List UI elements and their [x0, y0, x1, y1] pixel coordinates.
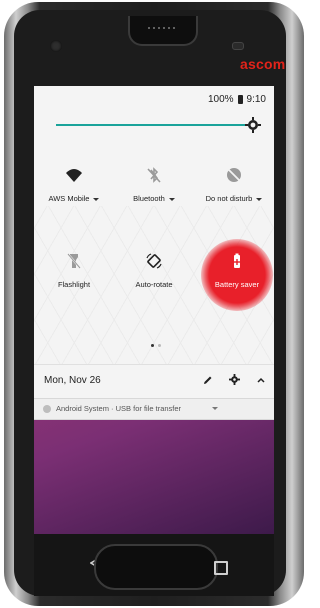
- tile-auto-rotate-label: Auto-rotate: [135, 280, 173, 289]
- tile-wifi[interactable]: AWS Mobile: [34, 166, 114, 203]
- tile-flashlight[interactable]: Flashlight: [34, 252, 114, 289]
- tile-wifi-label: AWS Mobile: [48, 194, 90, 203]
- android-system-icon: [43, 405, 51, 413]
- page-dot-active: [151, 344, 154, 347]
- clock: 9:10: [246, 94, 266, 105]
- page-indicator: [149, 334, 163, 352]
- page-dot: [158, 344, 161, 347]
- tile-bluetooth[interactable]: Bluetooth: [114, 166, 194, 203]
- battery-percent: 100%: [207, 94, 234, 105]
- quick-settings-footer: Mon, Nov 26: [34, 364, 274, 399]
- date-label: Mon, Nov 26: [44, 375, 101, 386]
- chevron-down-icon[interactable]: [168, 197, 175, 201]
- tile-battery-saver-label: Battery saver: [214, 280, 260, 289]
- footer-actions: [203, 374, 266, 385]
- dnd-off-icon: [227, 168, 241, 182]
- chevron-down-icon[interactable]: [256, 197, 263, 201]
- brightness-slider[interactable]: [56, 124, 256, 126]
- battery-icon: [237, 95, 243, 104]
- battery-saver-icon: [234, 253, 240, 268]
- edit-icon[interactable]: [203, 375, 213, 385]
- tile-flashlight-label: Flashlight: [57, 280, 91, 289]
- chevron-down-icon[interactable]: [93, 197, 100, 201]
- chevron-down-icon[interactable]: [212, 407, 218, 410]
- proximity-sensor: [232, 42, 244, 50]
- notification-text: Android System · USB for file transfer: [56, 404, 182, 413]
- tile-do-not-disturb[interactable]: Do not disturb: [194, 166, 274, 203]
- wifi-icon: [66, 169, 82, 182]
- quick-settings-panel: 100% 9:10 AWS Mobile Bluetooth Do not di…: [34, 86, 274, 364]
- recent-apps-icon[interactable]: [214, 561, 228, 575]
- brightness-icon[interactable]: [245, 117, 261, 133]
- notification-usb[interactable]: Android System · USB for file transfer: [34, 398, 274, 420]
- tile-auto-rotate[interactable]: Auto-rotate: [114, 252, 194, 289]
- flashlight-off-icon: [67, 253, 81, 269]
- tile-bluetooth-label: Bluetooth: [133, 194, 165, 203]
- bluetooth-off-icon: [147, 167, 161, 183]
- auto-rotate-icon: [146, 253, 162, 269]
- screen: 100% 9:10 AWS Mobile Bluetooth Do not di…: [34, 86, 274, 534]
- gear-icon[interactable]: [229, 374, 240, 385]
- tile-dnd-label: Do not disturb: [205, 194, 253, 203]
- home-button[interactable]: [94, 544, 218, 590]
- earpiece-speaker: [128, 16, 198, 46]
- brand-logo: ascom: [240, 56, 286, 72]
- status-bar: 100% 9:10: [208, 94, 266, 105]
- tile-battery-saver[interactable]: Battery saver: [197, 252, 274, 289]
- front-camera: [50, 40, 62, 52]
- collapse-icon[interactable]: [256, 375, 266, 385]
